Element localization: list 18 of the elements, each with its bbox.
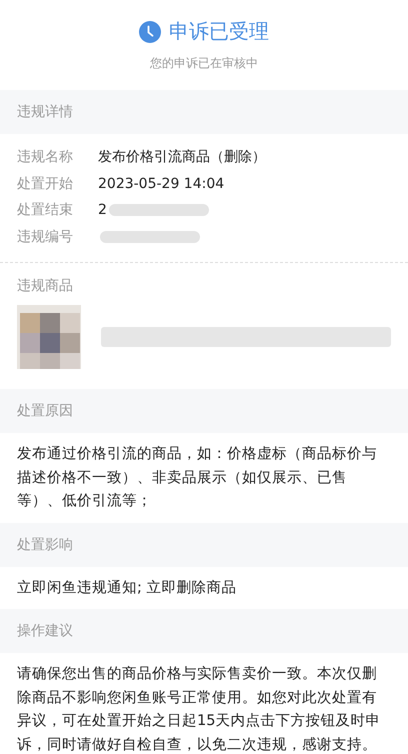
- section-text: 发布通过价格引流的商品，如：价格虚标（商品标价与描述价格不一致）、非卖品展示（如仅展示、已售等）、低价引流等；: [16, 444, 378, 511]
- section-heading: 违规商品: [17, 277, 74, 295]
- section-text: 立即闲鱼违规通知; 立即删除商品: [16, 578, 238, 598]
- section-text: 请确保您出售的商品价格与实际售卖价一致。本次仅删除商品不影响您闲鱼账号正常使用。如您对此次处置有异议，可在处置开始之日起15天内点击下方按钮及时申诉，同时请做好自检自查，以免二次违规，感谢支持。: [16, 664, 382, 754]
- detail-label: 违规名称: [17, 148, 74, 166]
- detail-label: 处置结束: [17, 201, 74, 220]
- detail-label: 处置开始: [17, 174, 74, 193]
- section-heading: 违规详情: [17, 103, 73, 121]
- detail-value: 2: [98, 202, 107, 218]
- section-heading: 操作建议: [17, 622, 73, 640]
- section-heading: 处置原因: [17, 402, 73, 420]
- detail-value: 发布价格引流商品（删除）: [98, 148, 266, 166]
- detail-value: 2023-05-29 14:04: [98, 176, 224, 192]
- status-title: 申诉已受理: [169, 18, 269, 45]
- clock-icon: [139, 20, 161, 42]
- detail-label: 违规编号: [17, 228, 74, 246]
- section-heading: 处置影响: [17, 536, 73, 554]
- status-subtitle: 您的申诉已在审核中: [149, 55, 259, 72]
